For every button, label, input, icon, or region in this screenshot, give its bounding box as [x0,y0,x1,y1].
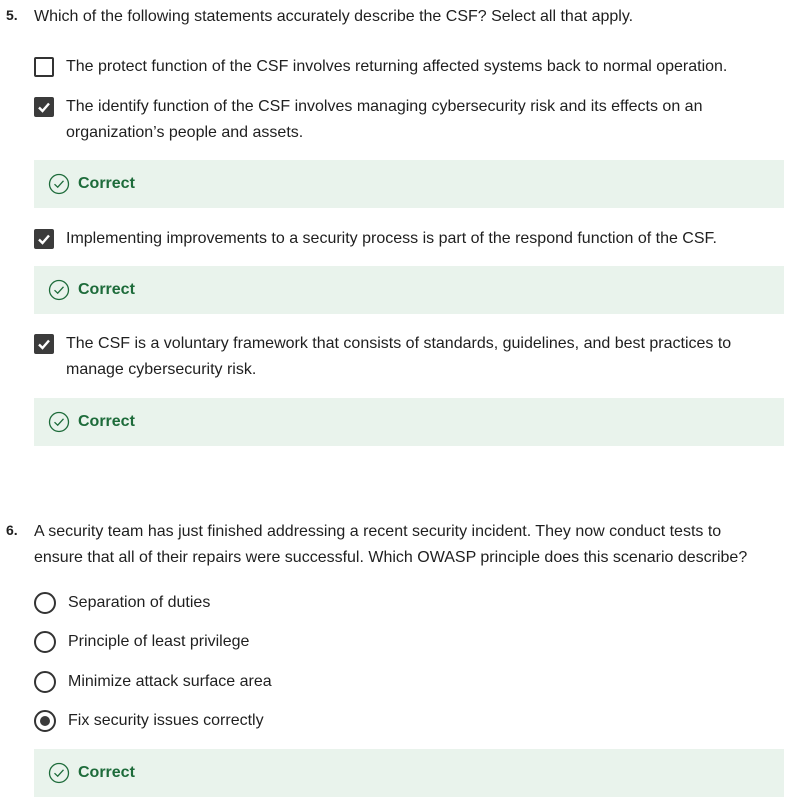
question-number: 6. [6,522,18,538]
feedback-correct: Correct [34,749,784,797]
radio-option[interactable]: Minimize attack surface area [34,669,784,695]
question-text: A security team has just finished addres… [34,523,748,566]
option-label: Principle of least privilege [68,633,250,650]
radio-option[interactable]: Principle of least privilege [34,629,784,655]
question-6: 6. A security team has just finished add… [0,0,797,806]
radio-option[interactable]: Separation of duties [34,590,784,616]
radio-button[interactable] [34,592,56,614]
radio-option[interactable]: Fix security issues correctly [34,708,784,734]
option-label: Minimize attack surface area [68,673,272,690]
radio-button-selected[interactable] [34,710,56,732]
radio-button[interactable] [34,631,56,653]
feedback-text: Correct [78,764,135,781]
option-label: Separation of duties [68,594,211,611]
check-circle-icon [48,762,70,784]
radio-button[interactable] [34,671,56,693]
option-label: Fix security issues correctly [68,712,264,729]
